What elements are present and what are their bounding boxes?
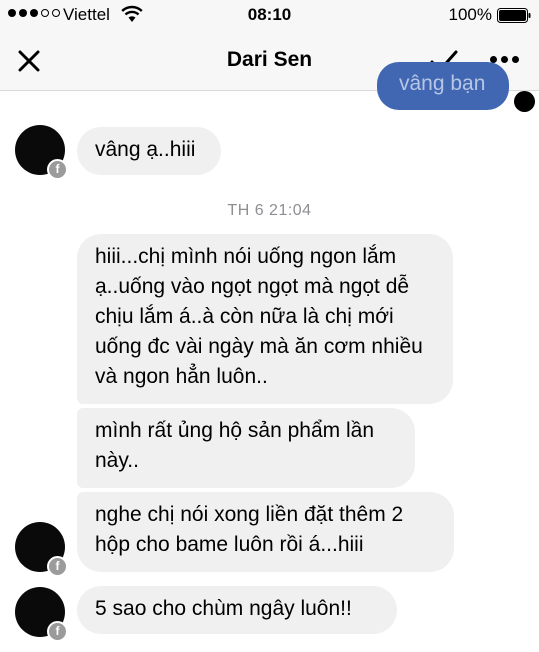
facebook-badge-icon: f <box>47 556 68 577</box>
battery-percentage: 100% <box>448 5 492 24</box>
status-bar: Viettel 08:10 100% <box>0 0 539 32</box>
incoming-message-bubble[interactable]: vâng ạ..hiii <box>77 127 221 175</box>
more-options-icon[interactable] <box>490 56 519 63</box>
incoming-message-bubble[interactable]: 5 sao cho chùm ngây luôn!! <box>77 586 397 634</box>
outgoing-message-bubble[interactable]: vâng bạn <box>377 62 509 110</box>
message-timestamp: TH 6 21:04 <box>227 202 312 219</box>
incoming-message-bubble[interactable]: mình rất ủng hộ sản phẩm lần này.. <box>77 408 415 488</box>
contact-avatar[interactable]: f <box>15 125 68 180</box>
outgoing-message-text: vâng bạn <box>399 72 486 95</box>
incoming-message-bubble[interactable]: nghe chị nói xong liền đặt thêm 2 hộp ch… <box>77 492 454 572</box>
contact-avatar[interactable]: f <box>15 587 68 642</box>
contact-avatar[interactable]: f <box>15 522 68 577</box>
facebook-badge-icon: f <box>47 621 68 642</box>
facebook-badge-icon: f <box>47 159 68 180</box>
battery-icon <box>497 8 531 23</box>
read-receipt-avatar <box>514 91 535 112</box>
incoming-message-bubble[interactable]: hiii...chị mình nói uống ngon lắm ạ..uốn… <box>77 234 453 404</box>
